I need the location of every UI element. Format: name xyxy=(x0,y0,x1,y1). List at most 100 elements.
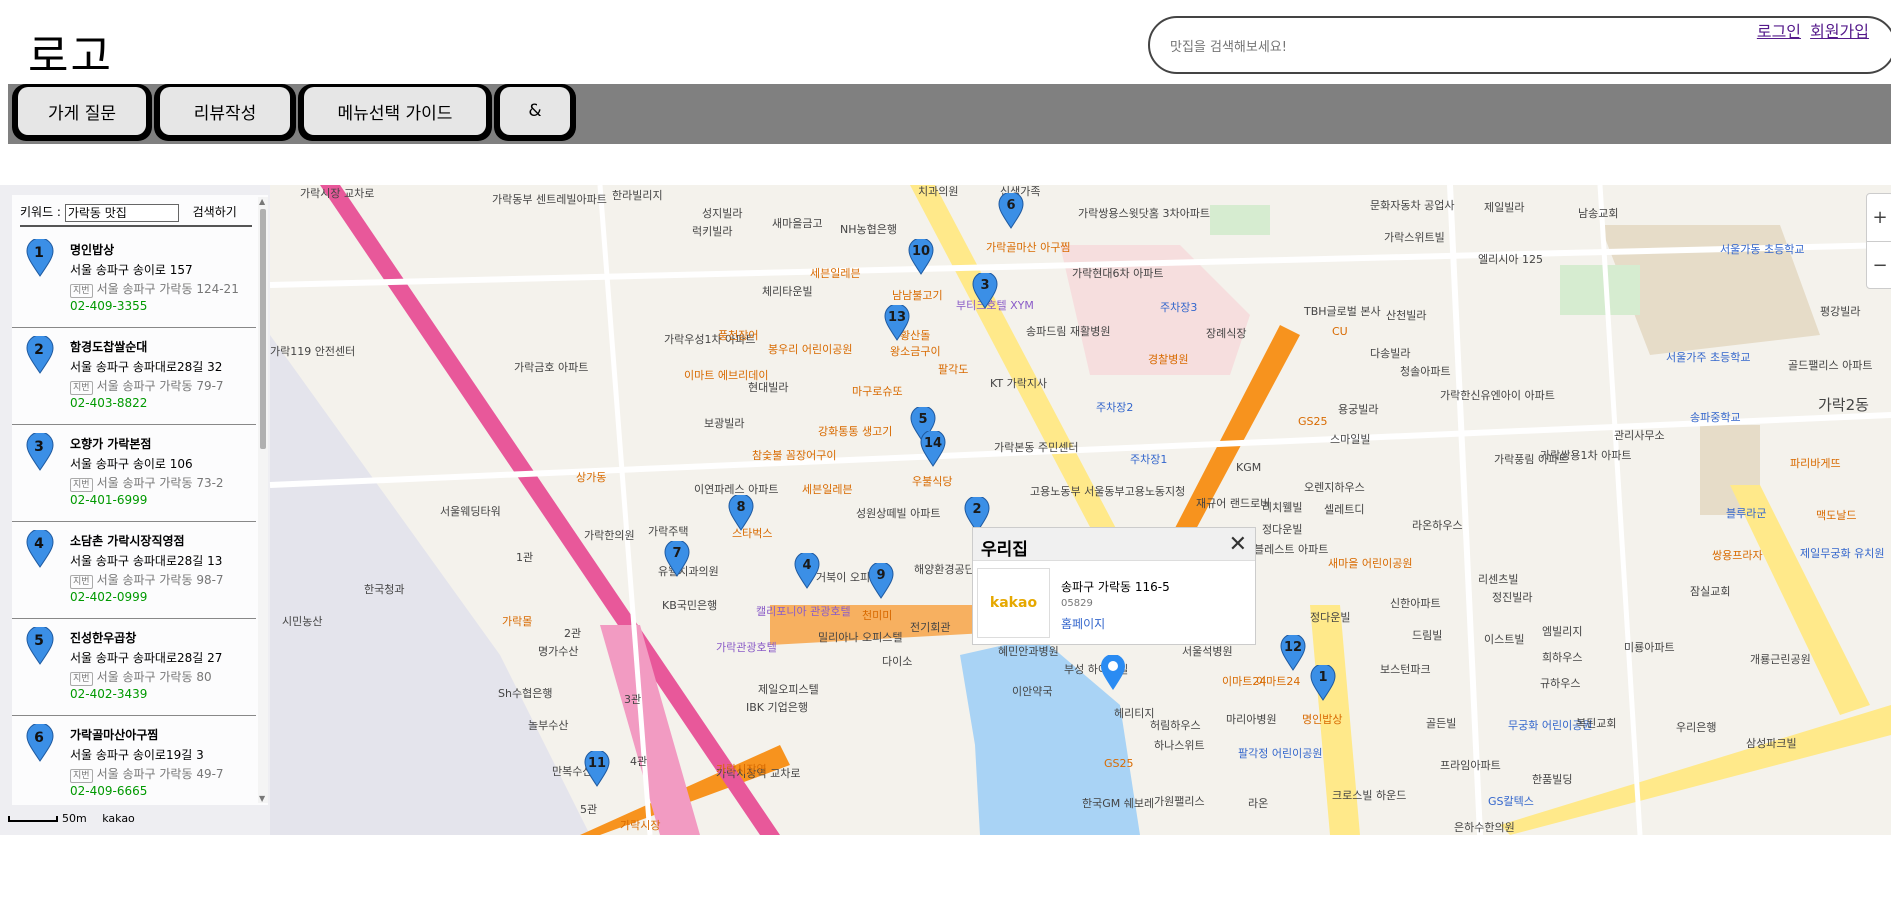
map-label: 가락주택 xyxy=(648,525,689,538)
signup-link[interactable]: 회원가입 xyxy=(1810,22,1869,41)
map-label: GS25 xyxy=(1104,757,1134,770)
map-label: 왕소금구이 xyxy=(890,345,941,358)
map-label: 프라임아파트 xyxy=(1440,759,1501,772)
place-road-address: 서울 송파구 송이로 157 xyxy=(70,263,193,277)
scale-bar xyxy=(8,816,58,822)
map-label: 혜민안과병원 xyxy=(998,645,1059,658)
map-marker[interactable]: 14 xyxy=(920,429,946,467)
nav-more-button[interactable]: & xyxy=(494,84,576,141)
map-label: 다송빌라 xyxy=(1370,347,1411,360)
marker-number: 7 xyxy=(672,546,682,561)
map-label: 오렌지하우스 xyxy=(1304,481,1365,494)
map-marker[interactable]: 8 xyxy=(728,493,754,531)
place-name: 소담촌 가락시장직영점 xyxy=(70,534,185,548)
map-label: KGM xyxy=(1236,461,1262,474)
location-pin-icon[interactable] xyxy=(1100,654,1126,691)
place-item[interactable]: 3 오향가 가락본점 서울 송파구 송이로 106 지번 서울 송파구 가락동 7… xyxy=(12,425,256,522)
map-marker[interactable]: 12 xyxy=(1280,633,1306,671)
scrollbar-thumb[interactable] xyxy=(260,209,266,449)
map-label: 3관 xyxy=(624,693,642,706)
map-label: 가원팰리스 xyxy=(1154,795,1205,808)
marker-number: 2 xyxy=(972,502,982,517)
map-label: 치과의원 xyxy=(918,185,959,198)
map-label: 송파드림 재활병원 xyxy=(1026,325,1111,338)
map-marker[interactable]: 4 xyxy=(794,551,820,589)
map-view[interactable]: 가락시장 교차로 가락동부 센트레빌아파트 한라빌리지 치과의원 문화자동차 공… xyxy=(0,185,1891,835)
infowindow-address: 송파구 가락동 116-5 xyxy=(1061,580,1170,594)
map-base-layer xyxy=(0,185,1891,835)
place-list: 1 명인밥상 서울 송파구 송이로 157 지번 서울 송파구 가락동 124-2… xyxy=(12,231,256,805)
marker-number: 14 xyxy=(923,436,943,451)
map-marker[interactable]: 1 xyxy=(1310,663,1336,701)
place-jibun-address: 지번 서울 송파구 가락동 49-7 xyxy=(70,765,224,783)
zoom-control: + − xyxy=(1866,193,1891,289)
zoom-in-button[interactable]: + xyxy=(1867,194,1891,241)
place-jibun-address: 지번 서울 송파구 가락동 98-7 xyxy=(70,571,224,589)
marker-number: 4 xyxy=(802,558,812,573)
map-label: 서울가동 초등학교 xyxy=(1720,243,1805,256)
marker-number: 1 xyxy=(1318,670,1328,685)
marker-pin-icon: 5 xyxy=(26,625,54,665)
place-phone: 02-403-8822 xyxy=(70,396,148,410)
map-label: 5관 xyxy=(580,803,598,816)
place-jibun-address: 지번 서울 송파구 가락동 79-7 xyxy=(70,377,224,395)
place-item[interactable]: 6 가락골마산아구찜 서울 송파구 송이로19길 3 지번 서울 송파구 가락동 … xyxy=(12,716,256,805)
scroll-down-icon[interactable]: ▼ xyxy=(259,794,265,803)
close-icon[interactable]: ✕ xyxy=(1229,532,1247,557)
map-label: 리센츠빌 xyxy=(1478,573,1519,586)
map-label: 4관 xyxy=(630,755,648,768)
map-label: 2관 xyxy=(564,627,582,640)
map-label: KB국민은행 xyxy=(662,599,718,612)
map-label: 개룡근린공원 xyxy=(1750,653,1811,666)
map-label: 경찰병원 xyxy=(1148,353,1189,366)
map-label: 은하수한의원 xyxy=(1454,821,1515,834)
place-item[interactable]: 1 명인밥상 서울 송파구 송이로 157 지번 서울 송파구 가락동 124-2… xyxy=(12,231,256,328)
place-phone: 02-402-0999 xyxy=(70,590,148,604)
map-label: 보광빌라 xyxy=(704,417,745,430)
nav-menu-guide-button[interactable]: 메뉴선택 가이드 xyxy=(298,84,492,141)
marker-number: 13 xyxy=(887,310,907,325)
map-label: CU xyxy=(1332,325,1348,338)
map-marker[interactable]: 7 xyxy=(664,539,690,577)
nav-review-button[interactable]: 리뷰작성 xyxy=(154,84,296,141)
map-marker[interactable]: 13 xyxy=(884,303,910,341)
scrollbar[interactable]: ▲ ▼ xyxy=(258,197,268,803)
map-label: 관리사무소 xyxy=(1614,429,1665,442)
map-label: 캘리포니아 관광호텔 xyxy=(756,605,851,618)
place-item[interactable]: 5 진성한우곱창 서울 송파구 송파대로28길 27 지번 서울 송파구 가락동 … xyxy=(12,619,256,716)
keyword-input[interactable] xyxy=(64,203,179,222)
place-road-address: 서울 송파구 송이로 106 xyxy=(70,457,193,471)
map-label: 남송교회 xyxy=(1578,207,1619,220)
jibun-tag: 지번 xyxy=(70,575,93,589)
map-label: 주차장3 xyxy=(1160,301,1198,314)
place-item[interactable]: 2 함경도찹쌀순대 서울 송파구 송파대로28길 32 지번 서울 송파구 가락동… xyxy=(12,328,256,425)
search-input[interactable] xyxy=(1170,36,1770,58)
homepage-link[interactable]: 홈페이지 xyxy=(1061,615,1105,632)
nav-store-question-button[interactable]: 가게 질문 xyxy=(12,84,152,141)
map-marker[interactable]: 11 xyxy=(584,749,610,787)
place-number: 3 xyxy=(34,439,44,455)
nav-item-label: 메뉴선택 가이드 xyxy=(304,87,486,135)
map-label: 참숯불 꼼장어구이 xyxy=(752,449,837,462)
logo[interactable]: 로고 xyxy=(28,20,113,84)
infowindow-zip: 05829 xyxy=(1061,598,1093,609)
place-item[interactable]: 4 소담촌 가락시장직영점 서울 송파구 송파대로28길 13 지번 서울 송파구… xyxy=(12,522,256,619)
keyword-search-button[interactable]: 검색하기 xyxy=(193,205,237,219)
map-label: 라온 xyxy=(1248,797,1269,810)
marker-pin-icon: 6 xyxy=(26,722,54,762)
map-marker[interactable]: 3 xyxy=(972,271,998,309)
scroll-up-icon[interactable]: ▲ xyxy=(259,197,265,206)
map-label: 쌍용프라자 xyxy=(1712,549,1763,562)
map-marker[interactable]: 6 xyxy=(998,191,1024,229)
map-label: 시민농산 xyxy=(282,615,323,628)
zoom-out-button[interactable]: − xyxy=(1867,241,1891,288)
place-jibun-address: 지번 서울 송파구 가락동 124-21 xyxy=(70,280,239,298)
map-marker[interactable]: 10 xyxy=(908,237,934,275)
map-label: 규하우스 xyxy=(1540,677,1581,690)
login-link[interactable]: 로그인 xyxy=(1757,22,1801,41)
map-label: KT 가락지사 xyxy=(990,377,1048,390)
map-label: 가락몰 xyxy=(502,615,533,628)
map-label: 가락금호 아파트 xyxy=(514,361,589,374)
map-marker[interactable]: 9 xyxy=(868,561,894,599)
place-name: 가락골마산아구찜 xyxy=(70,728,159,742)
